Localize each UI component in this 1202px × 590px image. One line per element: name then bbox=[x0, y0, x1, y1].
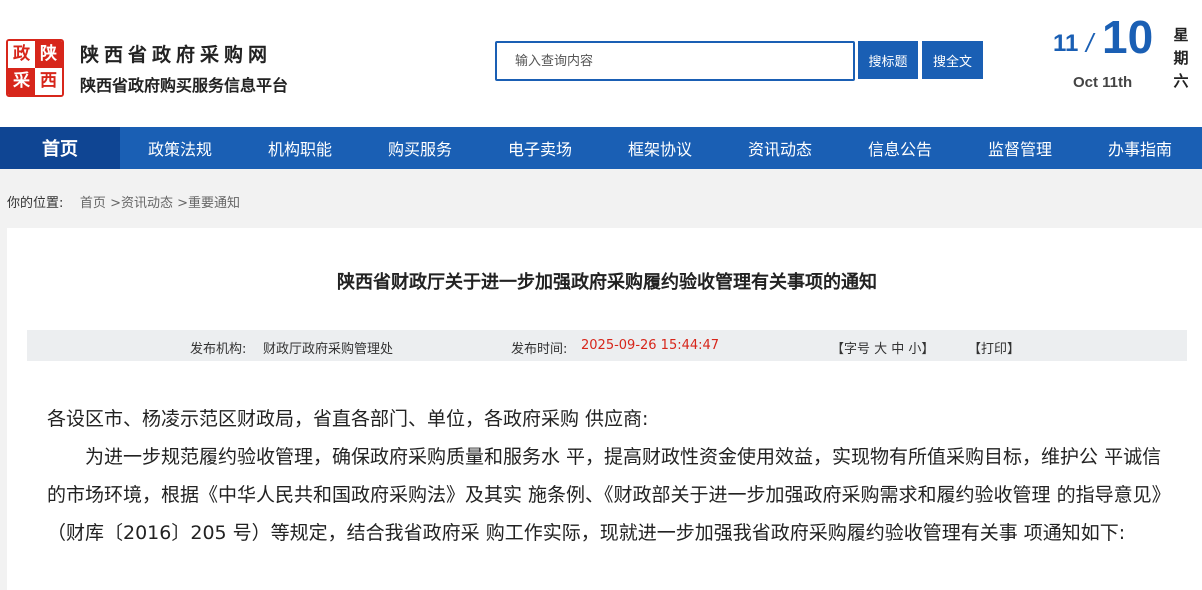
breadcrumb-separator: > bbox=[105, 196, 121, 211]
nav-item-policy[interactable]: 政策法规 bbox=[120, 127, 240, 169]
weekday-char: 星 bbox=[1173, 26, 1189, 44]
article-title: 陕西省财政厅关于进一步加强政府采购履约验收管理有关事项的通知 bbox=[337, 272, 877, 293]
site-subtitle: 陕西省政府购买服务信息平台 bbox=[80, 76, 289, 95]
article-salutation: 各设区市、杨凌示范区财政局，省直各部门、单位，各政府采购 供应商: bbox=[47, 408, 649, 430]
weekday-char: 六 bbox=[1173, 72, 1189, 90]
breadcrumb-news[interactable]: 资讯动态 bbox=[121, 196, 173, 211]
font-size-control[interactable]: 【字号 大 中 小】 bbox=[831, 338, 934, 357]
nav-item-home[interactable]: 首页 bbox=[0, 127, 120, 169]
article-meta-bar: 发布机构: 财政厅政府采购管理处 发布时间: 2025-09-26 15:44:… bbox=[27, 330, 1187, 361]
breadcrumb-separator: > bbox=[172, 196, 189, 211]
site-logo[interactable]: 政 陕 采 西 bbox=[6, 39, 64, 97]
logo-char: 西 bbox=[35, 68, 62, 95]
publish-time-value: 2025-09-26 15:44:47 bbox=[581, 338, 720, 353]
print-button[interactable]: 【打印】 bbox=[968, 338, 1020, 357]
nav-item-framework[interactable]: 框架协议 bbox=[600, 127, 720, 169]
weekday-char: 期 bbox=[1173, 49, 1189, 67]
date-slash: / bbox=[1086, 28, 1094, 58]
logo-char: 陕 bbox=[35, 41, 62, 68]
breadcrumb-current[interactable]: 重要通知 bbox=[188, 196, 240, 211]
nav-item-e-mall[interactable]: 电子卖场 bbox=[480, 127, 600, 169]
date-english: Oct 11th bbox=[1073, 74, 1133, 91]
logo-char: 政 bbox=[8, 41, 35, 68]
date-month: 11 bbox=[1053, 30, 1079, 57]
site-header: 政 陕 采 西 陕西省政府采购网 陕西省政府购买服务信息平台 搜标题 搜全文 1… bbox=[0, 0, 1202, 127]
search-input[interactable] bbox=[495, 41, 855, 81]
nav-item-institutions[interactable]: 机构职能 bbox=[240, 127, 360, 169]
nav-item-announcements[interactable]: 信息公告 bbox=[840, 127, 960, 169]
nav-item-purchase-services[interactable]: 购买服务 bbox=[360, 127, 480, 169]
main-nav: 首页 政策法规 机构职能 购买服务 电子卖场 框架协议 资讯动态 信息公告 监督… bbox=[0, 127, 1202, 169]
site-name: 陕西省政府采购网 bbox=[80, 44, 273, 66]
search-title-button[interactable]: 搜标题 bbox=[858, 41, 918, 79]
weekday: 星 期 六 bbox=[1172, 24, 1190, 93]
publisher-label: 发布机构: bbox=[190, 342, 247, 357]
publisher-value: 财政厅政府采购管理处 bbox=[263, 342, 394, 357]
logo-char: 采 bbox=[8, 68, 35, 95]
breadcrumb-label: 你的位置: bbox=[7, 196, 64, 211]
nav-item-news[interactable]: 资讯动态 bbox=[720, 127, 840, 169]
search-fulltext-button[interactable]: 搜全文 bbox=[922, 41, 983, 79]
breadcrumb: 你的位置: 首页 >资讯动态 >重要通知 bbox=[7, 192, 240, 211]
article-container: 陕西省财政厅关于进一步加强政府采购履约验收管理有关事项的通知 发布机构: 财政厅… bbox=[7, 228, 1202, 590]
article-paragraph: 为进一步规范履约验收管理，确保政府采购质量和服务水 平，提高财政性资金使用效益，… bbox=[47, 446, 1162, 544]
article-body: 各设区市、杨凌示范区财政局，省直各部门、单位，各政府采购 供应商: 为进一步规范… bbox=[47, 400, 1167, 552]
date-day: 10 bbox=[1102, 11, 1154, 63]
breadcrumb-home[interactable]: 首页 bbox=[80, 196, 106, 211]
nav-item-guide[interactable]: 办事指南 bbox=[1080, 127, 1200, 169]
publish-time-label: 发布时间: bbox=[511, 342, 568, 357]
nav-item-supervision[interactable]: 监督管理 bbox=[960, 127, 1080, 169]
